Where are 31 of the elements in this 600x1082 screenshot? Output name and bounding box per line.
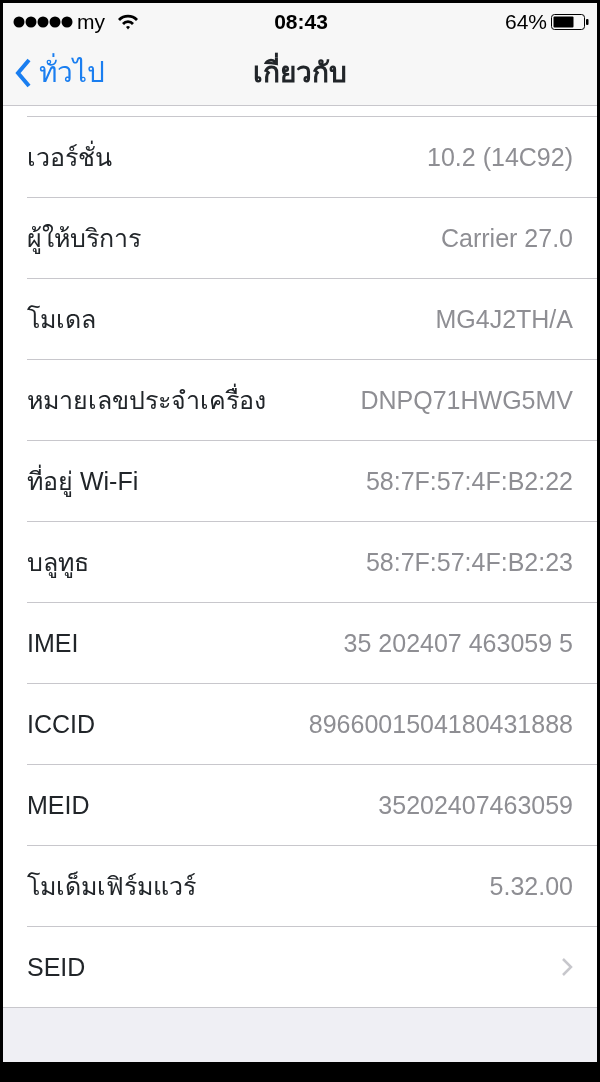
back-button[interactable]: ทั่วไป: [15, 49, 105, 97]
row-value: 5.32.00: [489, 870, 573, 902]
battery-icon: [551, 14, 589, 30]
row-value: 58:7F:57:4F:B2:22: [365, 465, 573, 497]
row-label: ผู้ให้บริการ: [27, 222, 141, 256]
row-value: 8966001504180431888: [308, 708, 573, 740]
row-value: 35 202407 463059 5: [343, 627, 573, 659]
row-label: หมายเลขประจำเครื่อง: [27, 382, 266, 416]
row-label: โมเดล: [27, 303, 96, 335]
chevron-left-icon: [15, 58, 31, 88]
row-value: 58:7F:57:4F:B2:23: [365, 546, 573, 578]
wifi-icon: [117, 14, 139, 30]
carrier-name: my: [77, 9, 105, 36]
row-label: บลูทูธ: [27, 546, 89, 580]
clock-time: 08:43: [274, 9, 328, 36]
chevron-right-icon[interactable]: [561, 957, 573, 977]
row-label: SEID: [27, 951, 86, 983]
row-label: เวอร์ชั่น: [27, 139, 112, 173]
row-label: โมเด็มเฟิร์มแวร์: [27, 870, 196, 902]
row-value: DNPQ71HWG5MV: [360, 384, 573, 416]
row-label: ICCID: [27, 708, 96, 740]
row-label: IMEI: [27, 627, 79, 659]
row-label: MEID: [27, 789, 90, 821]
row-value: 35202407463059: [378, 789, 573, 821]
row-label: ที่อยู่ Wi-Fi: [27, 463, 139, 499]
battery-percent: 64%: [504, 9, 547, 36]
row-value: Carrier 27.0: [441, 222, 573, 254]
row-value: 10.2 (14C92): [427, 141, 573, 173]
page-title: เกี่ยวกับ: [253, 49, 347, 97]
signal-icon: [13, 16, 73, 28]
row-value: MG4J2TH/A: [435, 303, 573, 335]
